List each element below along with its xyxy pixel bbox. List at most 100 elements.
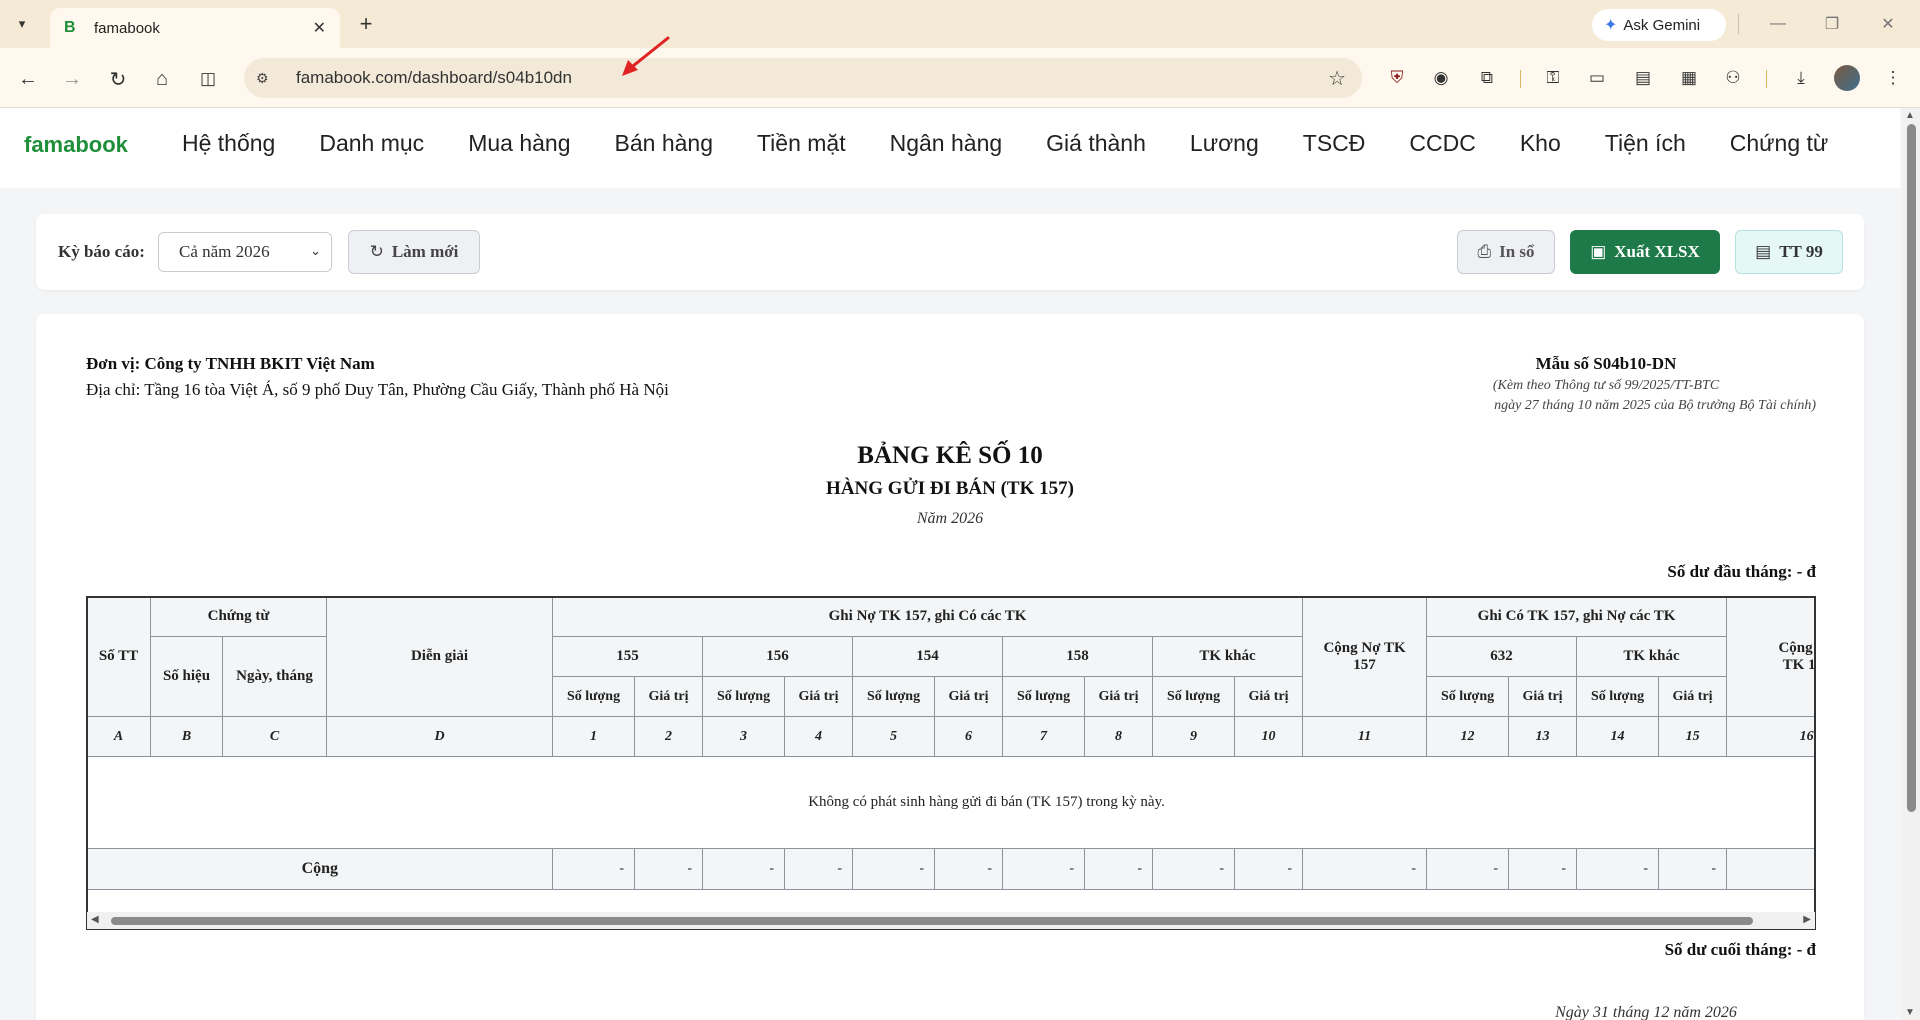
header-credit-total: Cộng Có TK 157 (1726, 596, 1816, 717)
table-horizontal-scrollbar[interactable]: ◀ ▶ (86, 912, 1816, 930)
table-view-icon[interactable]: ▦ (1676, 65, 1702, 91)
gemini-sparkle-icon: ✦ (1604, 17, 1618, 34)
scroll-down-arrow-icon[interactable]: ▼ (1905, 1007, 1915, 1018)
header-value: Giá trị (784, 676, 854, 717)
key-passwords-icon[interactable]: ⚿ (1540, 65, 1566, 91)
circular-button[interactable]: ▤ TT 99 (1735, 230, 1843, 274)
column-index-cell: 13 (1508, 716, 1578, 757)
download-icon[interactable]: ⤓ (1788, 65, 1814, 91)
nav-menu-item[interactable]: TSCĐ (1303, 130, 1366, 157)
header-value: Giá trị (1084, 676, 1154, 717)
new-tab-plus-icon[interactable]: + (352, 10, 380, 38)
header-quantity: Số lượng (1152, 676, 1236, 717)
column-index-cell: 15 (1658, 716, 1728, 757)
forward-arrow-icon[interactable]: → (58, 65, 86, 93)
total-value-cell: - (702, 848, 786, 890)
nav-menu-item[interactable]: Danh mục (319, 130, 424, 157)
column-index-cell: 7 (1002, 716, 1086, 757)
column-index-cell: C (221, 716, 328, 757)
scrollbar-thumb[interactable] (1907, 124, 1916, 812)
report-card: Đơn vị: Công ty TNHH BKIT Việt Nam Địa c… (36, 314, 1864, 1020)
nav-menu-item[interactable]: Chứng từ (1730, 130, 1829, 157)
tab-search-chevron-icon[interactable]: ▾ (8, 10, 36, 38)
total-value-cell: - (552, 848, 636, 890)
column-index-cell: 2 (634, 716, 704, 757)
site-info-icon[interactable]: ⚙ (256, 70, 278, 87)
home-icon[interactable]: ⌂ (148, 65, 176, 93)
ledger-table: Số TT Chứng từ Diễn giải Ghi Nợ TK 157, … (86, 596, 1816, 890)
nav-menu-item[interactable]: Kho (1520, 130, 1561, 157)
browser-toolbar: ← → ↻ ⌂ ◫ ⚙ famabook.com/dashboard/s04b1… (0, 48, 1920, 108)
column-index-cell: 9 (1152, 716, 1236, 757)
form-note-line1: (Kèm theo Thông tư số 99/2025/TT-BTC (1492, 378, 1720, 393)
split-view-icon[interactable]: ◫ (194, 65, 222, 93)
total-value-cell: - (1576, 848, 1660, 890)
column-index-cell: 1 (552, 716, 636, 757)
more-menu-icon[interactable]: ⋮ (1880, 65, 1906, 91)
tab-title: famabook (94, 19, 160, 37)
browser-tab-active[interactable]: B famabook ✕ (50, 8, 340, 48)
horizontal-scrollbar-thumb[interactable] (111, 917, 1753, 925)
compass-extension-icon[interactable]: ◉ (1428, 65, 1454, 91)
column-index-cell: 14 (1576, 716, 1660, 757)
scroll-up-arrow-icon[interactable]: ▲ (1905, 110, 1915, 121)
column-index-cell: 11 (1302, 716, 1428, 757)
ask-gemini-button[interactable]: ✦ Ask Gemini (1592, 9, 1726, 41)
column-index-cell: B (150, 716, 223, 757)
address-bar[interactable]: ⚙ famabook.com/dashboard/s04b10dn ☆ (244, 58, 1362, 98)
chevron-down-icon: ⌄ (310, 243, 321, 258)
back-arrow-icon[interactable]: ← (14, 65, 42, 93)
page-scrollbar[interactable]: ▲ ▼ (1902, 108, 1920, 1020)
window-close-icon[interactable]: ✕ (1876, 12, 1900, 36)
refresh-icon: ↻ (369, 242, 384, 261)
refresh-label: Làm mới (391, 242, 459, 261)
bookmark-star-icon[interactable]: ☆ (1328, 66, 1346, 91)
nav-menu-item[interactable]: Mua hàng (468, 130, 570, 157)
browser-tabstrip: ▾ B famabook ✕ + ✦ Ask Gemini — ❐ ✕ (0, 0, 1920, 48)
nav-menu-item[interactable]: Giá thành (1046, 130, 1146, 157)
period-select[interactable]: Cả năm 2026 ⌄ (158, 232, 332, 272)
total-value-cell: - (1508, 848, 1578, 890)
print-button[interactable]: ⎙ In sổ (1457, 230, 1555, 274)
header-account: 156 (702, 636, 854, 677)
payment-card-icon[interactable]: ▭ (1584, 65, 1610, 91)
restore-icon[interactable]: ❐ (1820, 12, 1844, 36)
puzzle-extensions-icon[interactable]: ⧉ (1474, 65, 1500, 91)
scroll-right-arrow-icon[interactable]: ▶ (1803, 914, 1811, 925)
nav-menu-item[interactable]: Tiện ích (1605, 130, 1686, 157)
ledger-table-scroll[interactable]: Số TT Chứng từ Diễn giải Ghi Nợ TK 157, … (86, 596, 1816, 912)
total-value-cell: - (852, 848, 936, 890)
nav-menu-item[interactable]: Tiền mặt (757, 130, 846, 157)
tab-close-icon[interactable]: ✕ (313, 18, 326, 38)
total-value-cell: - (1302, 848, 1428, 890)
header-quantity: Số lượng (1576, 676, 1660, 717)
header-debit-group: Ghi Nợ TK 157, ghi Có các TK (552, 596, 1304, 637)
refresh-button[interactable]: ↻ Làm mới (348, 230, 480, 274)
nav-menu-item[interactable]: Ngân hàng (890, 130, 1003, 157)
incognito-icon[interactable]: ⚇ (1720, 65, 1746, 91)
minimize-icon[interactable]: — (1766, 12, 1790, 36)
scroll-left-arrow-icon[interactable]: ◀ (91, 914, 99, 925)
nav-menu-item[interactable]: Hệ thống (182, 130, 275, 157)
nav-menu-item[interactable]: Lương (1190, 130, 1259, 157)
report-year: Năm 2026 (916, 510, 984, 527)
nav-menu-item[interactable]: Bán hàng (615, 130, 713, 157)
report-title: BẢNG KÊ SỐ 10 (857, 442, 1043, 469)
reload-icon[interactable]: ↻ (104, 65, 132, 93)
header-quantity: Số lượng (552, 676, 636, 717)
column-index-cell: 12 (1426, 716, 1510, 757)
profile-avatar[interactable] (1834, 65, 1860, 91)
header-voucher: Chứng từ (149, 596, 328, 637)
famabook-favicon-icon: B (64, 19, 76, 36)
document-icon: ▤ (1755, 242, 1772, 261)
toolbar-divider (1766, 70, 1767, 88)
report-subtitle: HÀNG GỬI ĐI BÁN (TK 157) (826, 478, 1074, 499)
total-value-cell: - (1152, 848, 1236, 890)
header-stt: Số TT (86, 596, 151, 717)
shield-extension-icon[interactable]: ⛨ (1384, 65, 1410, 91)
reading-list-icon[interactable]: ▤ (1630, 65, 1656, 91)
column-index-cell: 8 (1084, 716, 1154, 757)
brand-logo[interactable]: famabook (24, 132, 128, 158)
nav-menu-item[interactable]: CCDC (1409, 130, 1475, 157)
export-xlsx-button[interactable]: ▣ Xuất XLSX (1570, 230, 1720, 274)
